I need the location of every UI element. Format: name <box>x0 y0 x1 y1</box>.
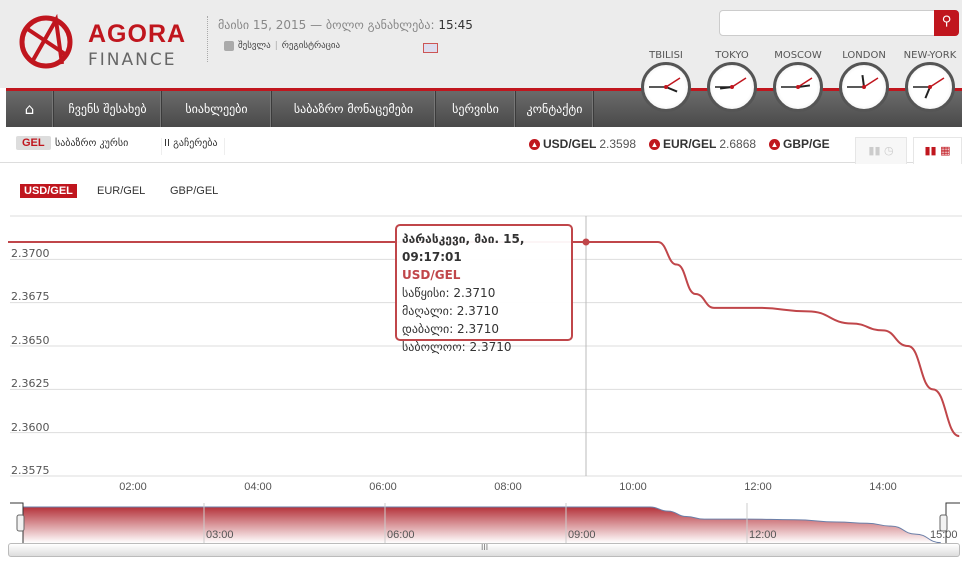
navigator-line <box>22 506 941 544</box>
navigator-area <box>23 507 941 543</box>
x-tick-label: 14:00 <box>869 481 897 493</box>
divider <box>207 16 208 62</box>
clock-city: TBILISI <box>649 50 683 61</box>
navigator-handle-left <box>16 514 25 532</box>
history-tab[interactable]: ▮▮ ▦ <box>913 137 962 164</box>
bar-calendar-icon: ▮▮ ▦ <box>924 144 951 157</box>
y-tick-label: 2.3650 <box>11 333 50 347</box>
y-tick-label: 2.3675 <box>11 290 50 304</box>
x-tick-label: 12:00 <box>744 481 772 493</box>
search-icon: ⚲ <box>941 14 952 29</box>
nav-item[interactable]: კონტაქტი <box>516 91 594 127</box>
login-links: შესვლა | რეგისტრაცია <box>224 41 340 51</box>
clock-icon <box>641 62 691 112</box>
pause-button[interactable]: II გაჩერება <box>161 138 225 155</box>
navigator-tick-label: 09:00 <box>568 529 596 541</box>
ticker-item[interactable]: ▲ GBP/GE <box>769 137 833 151</box>
clock-icon <box>839 62 889 112</box>
clock-icon <box>905 62 955 112</box>
nav-item[interactable]: ჩვენს შესახებ <box>54 91 162 127</box>
sub-bar: GEL საბაზრო კურსი II გაჩერება ▲ USD/GEL 2.… <box>0 127 962 163</box>
search-button[interactable]: ⚲ <box>934 10 959 36</box>
navigator-tick-label: 06:00 <box>387 529 415 541</box>
nav-item[interactable]: სიახლეები <box>162 91 272 127</box>
navigator-scrollbar[interactable]: III <box>8 543 960 557</box>
clock-icon <box>707 62 757 112</box>
x-tick-label: 06:00 <box>369 481 397 493</box>
navigator-tick-label: 15:00 <box>930 529 958 541</box>
clock-city: TOKYO <box>715 50 749 61</box>
hover-point <box>582 238 590 246</box>
x-tick-label: 08:00 <box>494 481 522 493</box>
bar-clock-icon: ▮▮ ◷ <box>868 144 894 157</box>
x-tick-label: 02:00 <box>119 481 147 493</box>
navigator-outline-left <box>10 502 24 543</box>
home-icon: ⌂ <box>24 100 35 118</box>
clock-city: MOSCOW <box>774 50 822 61</box>
clock-city: NEW-YORK <box>903 50 957 61</box>
logo-text[interactable]: AGORA FINANCE <box>88 20 186 70</box>
pair-tab[interactable]: EUR/GEL <box>93 184 149 198</box>
nav-item[interactable]: სერვისი <box>436 91 516 127</box>
search-input[interactable]: ⚲ <box>719 10 959 36</box>
chart-tooltip: პარასკევი, მაი. 15, 09:17:01 USD/GEL საწ… <box>395 224 573 354</box>
date-line: მაისი 15, 2015 — ბოლო განახლება: 15:45 <box>218 18 473 32</box>
x-tick-label: 10:00 <box>619 481 647 493</box>
y-tick-label: 2.3575 <box>11 464 50 477</box>
x-tick-label: 04:00 <box>244 481 272 493</box>
pair-tab[interactable]: GBP/GEL <box>166 184 222 198</box>
market-rate-label: საბაზრო კურსი <box>55 138 129 149</box>
pair-tab[interactable]: USD/GEL <box>20 184 77 198</box>
ticker-item[interactable]: ▲ USD/GEL 2.3598 <box>529 137 636 151</box>
intraday-tab[interactable]: ▮▮ ◷ <box>855 137 907 164</box>
login-link[interactable]: შესვლა <box>238 41 271 51</box>
nav-home[interactable]: ⌂ <box>6 91 54 127</box>
uk-flag-icon[interactable] <box>423 43 438 53</box>
agora-logo-icon <box>19 14 73 69</box>
clock-city: LONDON <box>842 50 886 61</box>
arrow-up-icon: ▲ <box>769 138 780 150</box>
arrow-up-icon: ▲ <box>529 138 540 150</box>
dropdown-icon <box>224 41 234 51</box>
navigator-tick-label: 03:00 <box>206 529 234 541</box>
nav-item[interactable]: საბაზრო მონაცემები <box>272 91 436 127</box>
y-tick-label: 2.3700 <box>11 247 50 260</box>
clock-icon <box>773 62 823 112</box>
navigator-tick-label: 12:00 <box>749 529 777 541</box>
arrow-up-icon: ▲ <box>649 138 660 150</box>
y-tick-label: 2.3600 <box>11 420 50 434</box>
y-tick-label: 2.3625 <box>11 377 50 391</box>
currency-badge: GEL <box>16 136 51 150</box>
register-link[interactable]: რეგისტრაცია <box>282 41 340 51</box>
ticker-item[interactable]: ▲ EUR/GEL 2.6868 <box>649 137 756 151</box>
